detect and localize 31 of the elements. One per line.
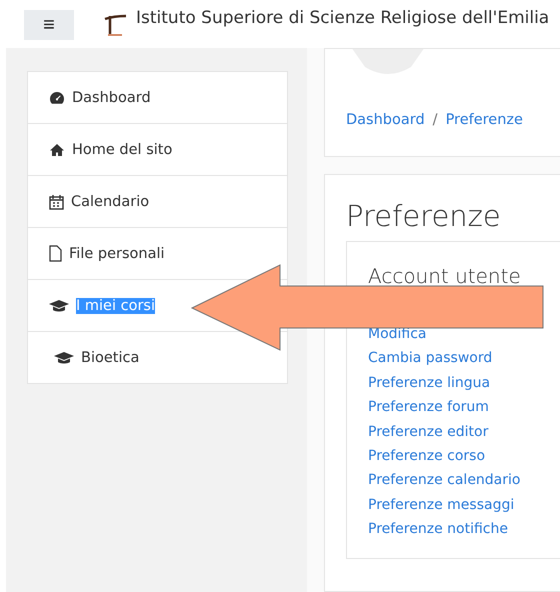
preference-link[interactable]: Preferenze calendario [368,468,560,493]
home-icon [49,142,65,156]
item-label: Dashboard [72,90,151,106]
item-label: I miei corsi [76,298,155,314]
item-label: Calendario [71,194,150,210]
page-title: Preferenze [346,199,502,233]
graduation-cap-icon [54,350,74,364]
item-label: File personali [69,246,165,262]
preference-link[interactable]: Preferenze messaggi [368,492,560,518]
calendar-icon [49,194,64,210]
breadcrumb-separator: / [432,112,438,128]
sidebar-item[interactable]: Home del sito [28,123,287,175]
sidebar-item[interactable]: Calendario [28,175,287,227]
graduation-cap-icon [49,298,69,312]
section-title: Account utente [368,264,522,288]
file-icon [49,245,62,262]
preference-link[interactable]: Preferenze forum [368,395,560,420]
site-title: Istituto Superiore di Scienze Religiose dell'Emilia [136,8,550,28]
item-label: Home del sito [72,142,172,158]
preference-link[interactable]: Preferenze notifiche [368,517,560,542]
breadcrumb-link[interactable]: Dashboard [346,112,425,128]
sidebar-item[interactable]: Dashboard [28,72,287,123]
preference-link[interactable]: Preferenze corso [368,444,560,468]
dashboard-icon [49,90,65,104]
logo-icon [102,14,128,38]
preference-link[interactable]: Preferenze editor [368,420,560,444]
breadcrumb-link[interactable]: Preferenze [446,112,523,128]
menu-button[interactable]: ≡ [24,10,74,40]
preference-link[interactable]: Cambia password [368,346,560,371]
item-label: Bioetica [81,350,140,366]
preference-link[interactable]: Preferenze lingua [368,370,560,396]
